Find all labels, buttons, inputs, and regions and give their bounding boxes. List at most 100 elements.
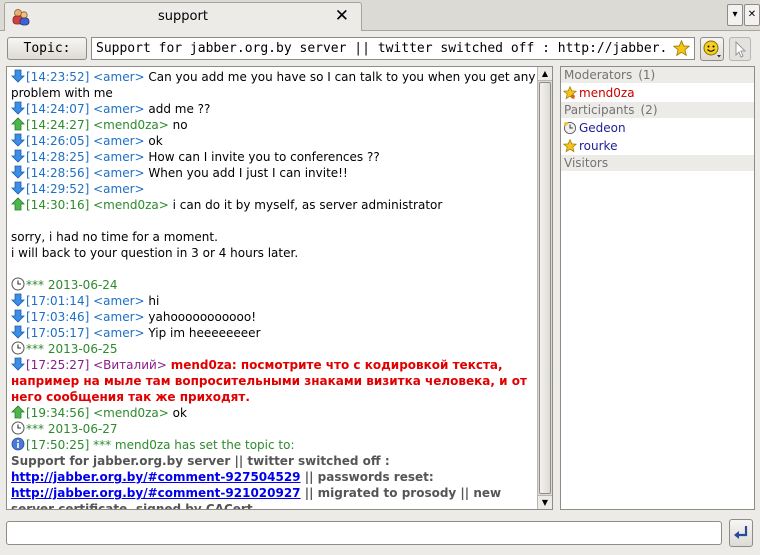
topic-button[interactable]: Topic: bbox=[7, 37, 87, 60]
chat-message: [17:01:14] <amer> hi bbox=[11, 293, 537, 309]
outgoing-arrow-icon bbox=[11, 133, 25, 147]
group-visitors[interactable]: Visitors bbox=[561, 155, 754, 172]
outgoing-arrow-icon bbox=[11, 181, 25, 195]
smiley-icon bbox=[703, 40, 721, 58]
tab-title: support bbox=[158, 9, 208, 24]
topic-body-text: Support for jabber.org.by server || twit… bbox=[11, 454, 390, 468]
message-nick: <amer> bbox=[93, 182, 145, 196]
group-label: Participants bbox=[564, 103, 635, 117]
system-text: *** mend0za has set the topic to: bbox=[93, 438, 295, 452]
outgoing-arrow-icon bbox=[11, 293, 25, 307]
date-text: *** 2013-06-27 bbox=[26, 422, 118, 436]
tab-close-button[interactable]: ✕ bbox=[744, 4, 760, 26]
pointer-button[interactable] bbox=[729, 37, 751, 61]
date-separator: *** 2013-06-24 bbox=[11, 277, 537, 293]
member-rourke[interactable]: rourke bbox=[561, 137, 754, 155]
participant-star-icon bbox=[563, 139, 577, 153]
clock-icon bbox=[11, 341, 25, 355]
chat-message: [14:24:07] <amer> add me ?? bbox=[11, 101, 537, 117]
group-count: (2) bbox=[640, 103, 658, 117]
message-timestamp: [14:26:05] bbox=[26, 134, 90, 148]
close-icon[interactable]: ✕ bbox=[335, 6, 349, 26]
participants-list: Moderators (1) mend0za Participants (2) Ge… bbox=[560, 66, 755, 510]
group-count: (1) bbox=[638, 68, 656, 82]
incoming-arrow-icon bbox=[11, 405, 25, 419]
incoming-arrow-icon bbox=[11, 197, 25, 211]
group-participants[interactable]: Participants (2) bbox=[561, 102, 754, 119]
message-timestamp: [14:28:25] bbox=[26, 150, 90, 164]
message-nick: <amer> bbox=[93, 310, 145, 324]
message-text: ok bbox=[148, 134, 163, 148]
message-timestamp: [14:29:52] bbox=[26, 182, 90, 196]
message-nick: <amer> bbox=[93, 294, 145, 308]
message-text: no bbox=[172, 118, 188, 132]
topic-body: Support for jabber.org.by server || twit… bbox=[11, 453, 537, 509]
chat-scrollbar[interactable]: ▲ ▼ bbox=[537, 67, 552, 509]
message-nick: <amer> bbox=[93, 166, 145, 180]
outgoing-arrow-icon bbox=[11, 325, 25, 339]
date-text: *** 2013-06-24 bbox=[26, 278, 118, 292]
tab-menu-button[interactable]: ▾ bbox=[727, 4, 743, 26]
chat-message: [14:28:25] <amer> How can I invite you t… bbox=[11, 149, 537, 165]
outgoing-arrow-icon bbox=[11, 69, 25, 83]
message-text: ok bbox=[172, 406, 187, 420]
topic-text: Support for jabber.org.by server || twit… bbox=[96, 41, 666, 56]
chat-message: [17:03:46] <amer> yahooooooooooo! bbox=[11, 309, 537, 325]
group-label: Visitors bbox=[564, 156, 609, 170]
send-button[interactable] bbox=[729, 519, 753, 547]
outgoing-arrow-icon bbox=[11, 357, 25, 371]
clock-icon bbox=[11, 277, 25, 291]
message-text-highlighted: mend0za: посмотрите что с кодировкой тек… bbox=[11, 358, 527, 404]
message-text: Can you add me you have so I can talk to… bbox=[11, 70, 536, 100]
scroll-up-icon[interactable]: ▲ bbox=[538, 67, 552, 81]
message-nick: <mend0za> bbox=[93, 406, 169, 420]
away-clock-icon bbox=[563, 121, 577, 135]
message-timestamp: [14:28:56] bbox=[26, 166, 90, 180]
chat-message: [14:29:52] <amer> bbox=[11, 181, 537, 197]
member-name: mend0za bbox=[579, 86, 635, 100]
message-timestamp: [17:03:46] bbox=[26, 310, 90, 324]
message-text: i can do it by myself, as server adminis… bbox=[172, 198, 443, 212]
message-timestamp: [14:24:27] bbox=[26, 118, 90, 132]
chat-message: [14:30:16] <mend0za> i can do it by myse… bbox=[11, 197, 537, 213]
cursor-icon bbox=[735, 40, 747, 58]
emoticon-button[interactable] bbox=[700, 37, 724, 61]
info-icon bbox=[11, 437, 25, 451]
tab-support[interactable]: support ✕ bbox=[4, 2, 362, 31]
incoming-arrow-icon bbox=[11, 117, 25, 131]
message-timestamp: [17:25:27] bbox=[26, 358, 90, 372]
message-nick: <Виталий> bbox=[93, 358, 167, 372]
topic-link-1[interactable]: http://jabber.org.by/#comment-927504529 bbox=[11, 470, 301, 484]
member-name: rourke bbox=[579, 139, 618, 153]
message-nick: <amer> bbox=[93, 102, 145, 116]
member-mend0za[interactable]: mend0za bbox=[561, 84, 754, 102]
chat-log[interactable]: [14:23:52] <amer> Can you add me you hav… bbox=[6, 66, 553, 510]
message-nick: <amer> bbox=[93, 326, 145, 340]
message-nick: <mend0za> bbox=[93, 198, 169, 212]
message-text: add me ?? bbox=[148, 102, 211, 116]
chat-message: [14:23:52] <amer> Can you add me you hav… bbox=[11, 69, 537, 101]
topic-link-2[interactable]: http://jabber.org.by/#comment-921020927 bbox=[11, 486, 301, 500]
bookmark-star-icon[interactable] bbox=[673, 40, 690, 57]
chat-message: [17:25:27] <Виталий> mend0za: посмотрите… bbox=[11, 357, 537, 405]
message-nick: <mend0za> bbox=[93, 118, 169, 132]
date-separator: *** 2013-06-27 bbox=[11, 421, 537, 437]
scroll-thumb[interactable] bbox=[539, 82, 551, 494]
group-moderators[interactable]: Moderators (1) bbox=[561, 67, 754, 84]
message-timestamp: [17:05:17] bbox=[26, 326, 90, 340]
clock-icon bbox=[11, 421, 25, 435]
message-timestamp: [19:34:56] bbox=[26, 406, 90, 420]
scroll-down-icon[interactable]: ▼ bbox=[538, 495, 552, 509]
chat-message: [14:26:05] <amer> ok bbox=[11, 133, 537, 149]
chat-continuation: i will back to your question in 3 or 4 h… bbox=[11, 246, 299, 260]
chat-continuation: sorry, i had no time for a moment. bbox=[11, 230, 218, 244]
member-gedeon[interactable]: Gedeon bbox=[561, 119, 754, 137]
topic-field[interactable]: Support for jabber.org.by server || twit… bbox=[91, 37, 695, 60]
message-input[interactable] bbox=[6, 521, 722, 545]
topic-change-message: [17:50:25] *** mend0za has set the topic… bbox=[11, 437, 537, 453]
date-text: *** 2013-06-25 bbox=[26, 342, 118, 356]
chat-message: [14:28:56] <amer> When you add I just I … bbox=[11, 165, 537, 181]
message-timestamp: [17:01:14] bbox=[26, 294, 90, 308]
outgoing-arrow-icon bbox=[11, 101, 25, 115]
message-nick: <amer> bbox=[93, 134, 145, 148]
